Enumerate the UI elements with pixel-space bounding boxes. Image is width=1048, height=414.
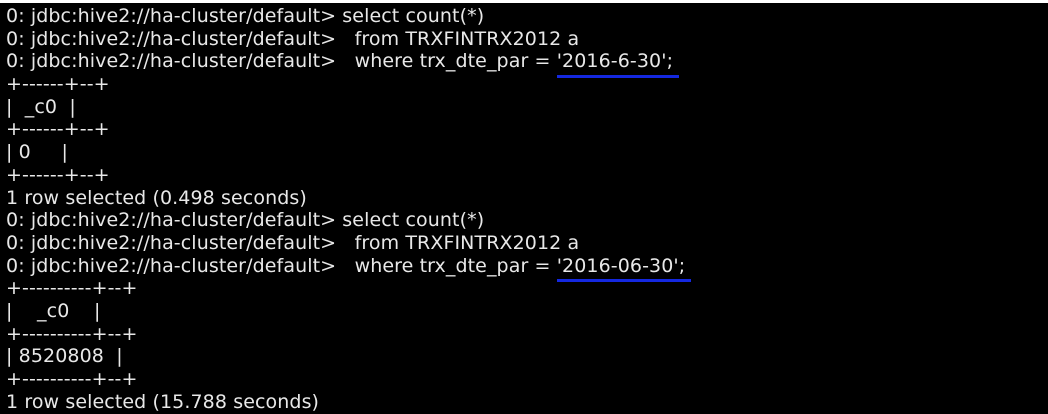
query1-line-3: 0: jdbc:hive2://ha-cluster/default> wher… [6,50,1048,78]
query1-date-highlight: '2016-6-30'; [556,50,680,78]
query2-line-1: 0: jdbc:hive2://ha-cluster/default> sele… [6,209,485,232]
query1-table-border-top: +------+--+ [6,73,110,96]
query1-table-header: | _c0 | [6,95,76,118]
query2-line-3: 0: jdbc:hive2://ha-cluster/default> wher… [6,254,1048,282]
query2-table-border-bottom: +----------+--+ [6,368,138,390]
query2-status: 1 row selected (15.788 seconds) [6,390,320,413]
query2-date-highlight: '2016-06-30'; [556,254,691,282]
query2-line-2: 0: jdbc:hive2://ha-cluster/default> from… [6,231,580,254]
query1-line-3-prefix: 0: jdbc:hive2://ha-cluster/default> wher… [6,50,557,73]
query2-table-header: | _c0 | [6,299,101,322]
query2-table-border-top: +----------+--+ [6,277,138,300]
query2-line-3-prefix: 0: jdbc:hive2://ha-cluster/default> wher… [6,254,557,277]
query1-table-row: | 0 | [6,141,69,164]
query1-line-1: 0: jdbc:hive2://ha-cluster/default> sele… [6,5,485,27]
query1-table-border-mid: +------+--+ [6,118,110,141]
query1-status: 1 row selected (0.498 seconds) [6,186,307,209]
query1-table-border-bottom: +------+--+ [6,163,110,186]
query2-table-row: | 8520808 | [6,345,123,368]
terminal-window[interactable]: 0: jdbc:hive2://ha-cluster/default> sele… [0,0,1048,414]
query2-table-border-mid: +----------+--+ [6,322,138,345]
query1-line-2: 0: jdbc:hive2://ha-cluster/default> from… [6,27,580,50]
